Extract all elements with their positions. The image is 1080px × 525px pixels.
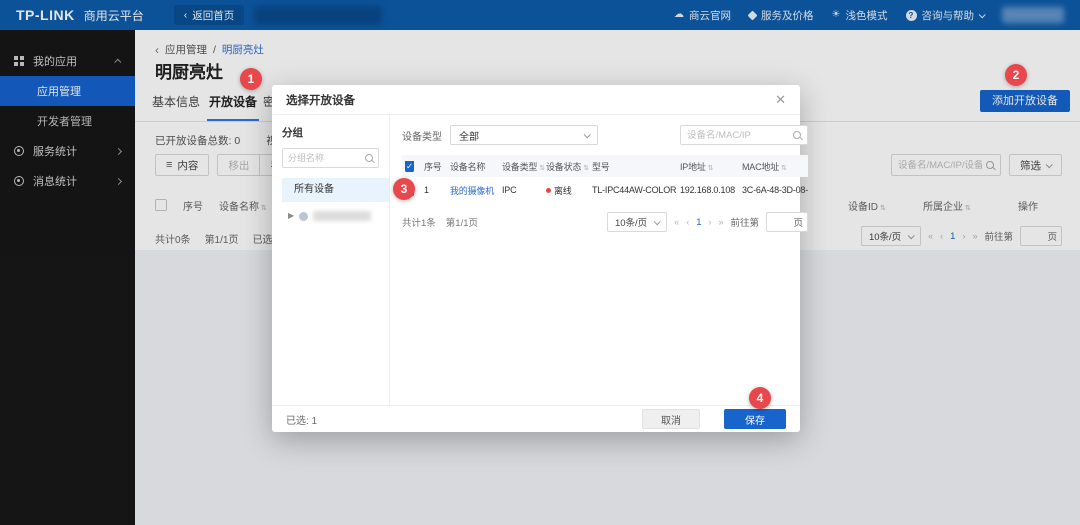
pagination: 10条/页 « ‹ 1 › » 前往第 页	[606, 212, 809, 232]
pagination-next-icon[interactable]: ›	[709, 217, 712, 227]
goto-page-input[interactable]	[771, 216, 794, 228]
device-status-label: 离线	[554, 185, 572, 196]
cancel-button[interactable]: 取消	[642, 409, 700, 429]
column-ip-label: IP地址	[680, 161, 706, 172]
summary-total: 共计1条	[402, 218, 436, 229]
modal-footer: 已选: 1 取消 保存	[272, 405, 800, 432]
device-status: 离线	[546, 184, 592, 197]
tree-expand-icon[interactable]: ▶	[288, 212, 294, 220]
column-name: 设备名称	[450, 161, 486, 172]
select-all-checkbox[interactable]: ✓	[405, 160, 414, 172]
annotation-step-3: 3	[393, 178, 415, 200]
sort-icon: ⇅	[583, 164, 589, 172]
pagination-current-page[interactable]: 1	[696, 217, 701, 228]
selected-count: 已选: 1	[286, 415, 318, 427]
modal-header: 选择开放设备 ✕	[272, 85, 800, 115]
device-model: TL-IPC44AW-COLOR	[592, 185, 677, 195]
annotation-step-2: 2	[1005, 64, 1027, 86]
modal-body: 分组 所有设备 ▶ 设备类型 全部	[272, 115, 809, 405]
annotation-step-4: 4	[749, 387, 771, 409]
sort-icon: ⇅	[707, 164, 714, 172]
group-search-input[interactable]	[288, 153, 361, 163]
modal-pagination-row: 共计1条 第1/1页 10条/页 « ‹ 1 › » 前往第 页	[402, 212, 809, 232]
column-model: 型号	[592, 161, 610, 172]
pagination-last-icon[interactable]: »	[719, 217, 724, 227]
device-type: IPC	[502, 185, 517, 195]
column-type[interactable]: 设备类型 ⇅	[502, 160, 546, 173]
goto-page-box: 页	[766, 212, 809, 232]
search-icon[interactable]	[793, 131, 802, 139]
goto-page-unit: 页	[793, 218, 804, 229]
group-search-box	[282, 148, 379, 168]
device-type-value: 全部	[459, 131, 479, 143]
device-ip: 192.168.0.108	[680, 185, 735, 195]
offline-status-icon	[546, 187, 551, 193]
modal-device-table: ✓ 序号 设备名称 设备类型⇅ 设备状态⇅ 型号 IP地址⇅ MAC地址⇅ ✓ …	[402, 155, 809, 203]
column-mac-label: MAC地址	[742, 161, 779, 172]
redacted-group-name	[313, 211, 372, 221]
device-type-select[interactable]: 全部	[450, 125, 598, 145]
sort-icon: ⇅	[539, 164, 545, 172]
group-item-all-devices[interactable]: 所有设备	[282, 178, 389, 202]
summary-page: 第1/1页	[445, 218, 479, 229]
save-button[interactable]: 保存	[724, 409, 786, 429]
modal-footer-buttons: 取消 保存	[642, 409, 786, 429]
device-type-label: 设备类型	[402, 131, 442, 143]
group-tree-item[interactable]: ▶	[282, 202, 389, 221]
chevron-down-icon	[583, 130, 591, 138]
modal-title: 选择开放设备	[286, 94, 355, 107]
group-heading: 分组	[282, 127, 303, 139]
device-filter-row: 设备类型 全部	[402, 125, 809, 145]
table-row[interactable]: ✓ 1 我的摄像机 IPC 离线 TL-IPC44AW-COLOR 192.16…	[402, 177, 808, 203]
device-mac: 3C-6A-48-3D-08-	[742, 185, 809, 195]
pagination-prev-icon[interactable]: ‹	[686, 217, 689, 227]
modal-table-header: ✓ 序号 设备名称 设备类型 ⇅ 设备状态 ⇅ 型号 IP地址 ⇅ MAC地址 ⇅	[402, 155, 809, 177]
group-panel: 分组 所有设备 ▶	[272, 115, 390, 405]
modal-search-input[interactable]	[687, 129, 790, 141]
search-icon[interactable]	[365, 154, 373, 162]
column-index: 序号	[424, 161, 442, 172]
column-status[interactable]: 设备状态 ⇅	[546, 160, 592, 173]
modal-search-box	[680, 125, 809, 145]
chevron-down-icon	[653, 217, 661, 225]
row-index: 1	[424, 185, 429, 195]
page-size-select[interactable]: 10条/页	[606, 212, 668, 232]
device-list-panel: 设备类型 全部 ✓ 序号 设备名称 设备类型⇅	[390, 115, 820, 405]
column-status-label: 设备状态	[546, 161, 582, 172]
column-type-label: 设备类型	[502, 161, 538, 172]
close-icon[interactable]: ✕	[775, 93, 786, 106]
pagination-first-icon[interactable]: «	[674, 217, 679, 227]
column-mac[interactable]: MAC地址 ⇅	[742, 160, 808, 173]
page-size-label: 10条/页	[614, 218, 648, 229]
goto-page-label: 前往第	[730, 218, 760, 229]
sort-icon: ⇅	[781, 164, 787, 172]
device-name-link[interactable]: 我的摄像机	[450, 184, 502, 197]
select-open-device-modal: 选择开放设备 ✕ 分组 所有设备 ▶ 设备类	[272, 85, 809, 432]
annotation-step-1: 1	[240, 68, 262, 90]
modal-table-summary: 共计1条 第1/1页	[402, 215, 478, 229]
group-icon	[299, 211, 309, 221]
column-ip[interactable]: IP地址 ⇅	[680, 160, 742, 173]
screen: TP-LINK 商用云平台 ‹ 返回首页 ☁ 商云官网 服务及价格 ☀ 浅色模式…	[0, 0, 1080, 525]
